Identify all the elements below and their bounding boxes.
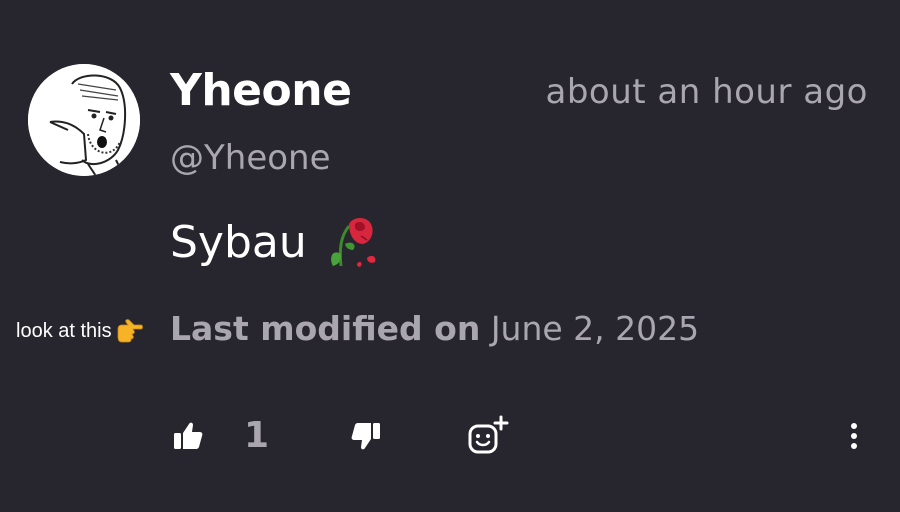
author-name[interactable]: Yheone	[170, 64, 352, 118]
comment-timestamp: about an hour ago	[545, 72, 868, 112]
thumbs-up-icon	[174, 422, 203, 449]
add-reaction-icon	[468, 415, 509, 454]
author-handle[interactable]: @Yheone	[170, 136, 331, 180]
comment-text: Sybau	[170, 217, 307, 268]
like-button[interactable]	[168, 408, 208, 464]
dislike-button[interactable]	[346, 408, 386, 464]
wilted-rose-icon	[323, 214, 381, 272]
wojak-avatar-icon	[28, 64, 140, 176]
annotation-overlay: look at this	[16, 318, 144, 344]
more-vertical-icon	[851, 423, 857, 449]
comment-actions: 1	[0, 408, 900, 464]
last-modified-date: June 2, 2025	[490, 309, 700, 348]
thumbs-down-icon	[351, 423, 380, 450]
comment-body: Sybau	[170, 214, 381, 272]
add-reaction-button[interactable]	[464, 408, 512, 464]
annotation-text: look at this	[16, 320, 112, 342]
last-modified: Last modified on June 2, 2025	[170, 308, 699, 350]
like-count: 1	[244, 415, 270, 456]
avatar[interactable]	[28, 64, 140, 176]
comment-card: Yheone about an hour ago @Yheone Sybau l…	[0, 0, 900, 512]
pointing-right-icon	[116, 319, 144, 343]
last-modified-label: Last modified on	[170, 309, 481, 348]
more-options-button[interactable]	[838, 408, 870, 464]
